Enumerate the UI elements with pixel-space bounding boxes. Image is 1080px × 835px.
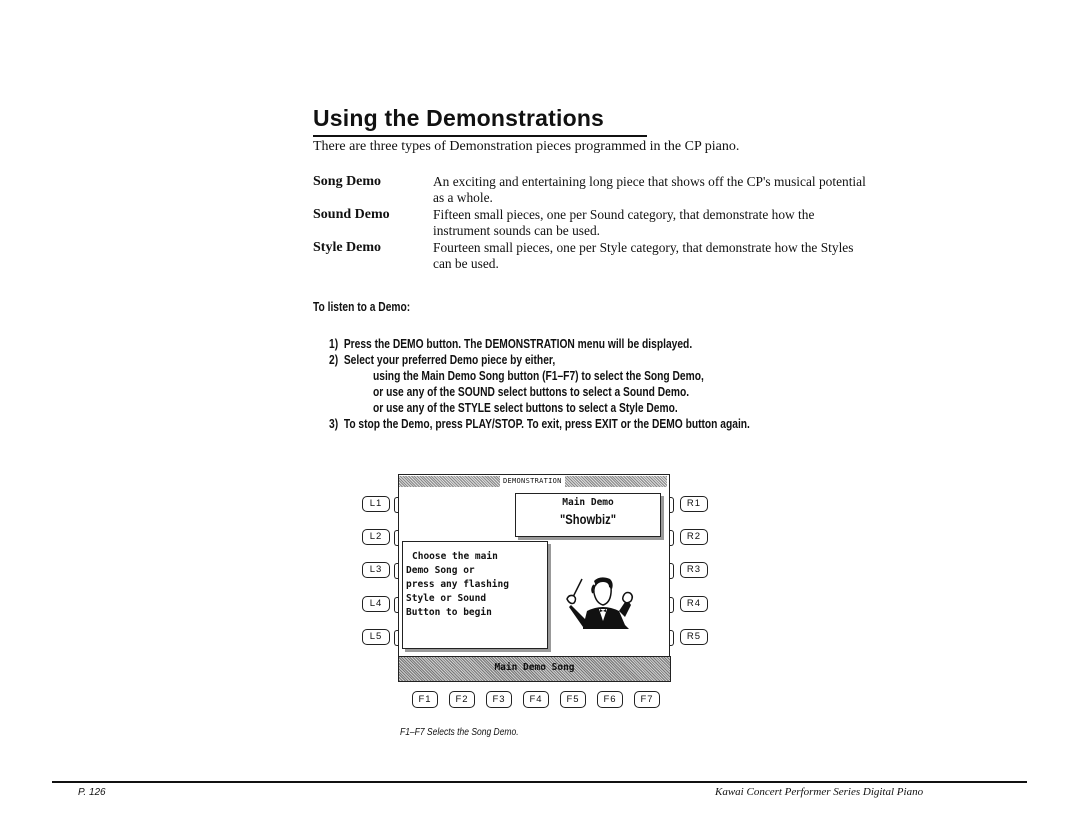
f2-button[interactable]: F2 bbox=[449, 691, 475, 708]
procedure-heading: To listen to a Demo: bbox=[313, 300, 411, 314]
message-line: Choose the main bbox=[412, 551, 498, 562]
conductor-icon bbox=[566, 577, 634, 629]
desc-line: as a whole. bbox=[433, 190, 493, 205]
message-line: press any flashing bbox=[406, 579, 509, 590]
r1-button[interactable]: R1 bbox=[680, 496, 708, 512]
step-text: Press the DEMO button. The DEMONSTRATION… bbox=[343, 337, 693, 351]
term-song-demo: Song Demo bbox=[313, 174, 382, 189]
page-title: Using the Demonstrations bbox=[313, 105, 605, 131]
desc-style-demo: Fourteen small pieces, one per Style cat… bbox=[433, 240, 979, 272]
intro-text: There are three types of Demonstration p… bbox=[313, 139, 740, 154]
f4-button[interactable]: F4 bbox=[523, 691, 549, 708]
l1-button[interactable]: L1 bbox=[362, 496, 390, 512]
desc-line: instrument sounds can be used. bbox=[433, 223, 600, 238]
step-text: To stop the Demo, press PLAY/STOP. To ex… bbox=[343, 417, 750, 431]
r3-button[interactable]: R3 bbox=[680, 562, 708, 578]
r2-bracket bbox=[669, 530, 674, 546]
main-demo-panel: Main Demo "Showbiz" bbox=[515, 493, 661, 537]
f6-button[interactable]: F6 bbox=[597, 691, 623, 708]
r5-bracket bbox=[669, 630, 674, 646]
message-line: Demo Song or bbox=[406, 565, 475, 576]
l4-button[interactable]: L4 bbox=[362, 596, 390, 612]
l2-button[interactable]: L2 bbox=[362, 529, 390, 545]
step-2-option-sound: or use any of the SOUND select buttons t… bbox=[373, 385, 690, 399]
instruction-message-box: Choose the main Demo Song or press any f… bbox=[402, 541, 548, 649]
l5-bracket bbox=[394, 630, 399, 646]
r4-button[interactable]: R4 bbox=[680, 596, 708, 612]
l5-button[interactable]: L5 bbox=[362, 629, 390, 645]
title-underline bbox=[313, 135, 647, 137]
main-demo-title: Main Demo bbox=[562, 497, 614, 508]
desc-line: Fourteen small pieces, one per Style cat… bbox=[433, 240, 854, 255]
l3-button[interactable]: L3 bbox=[362, 562, 390, 578]
f3-button[interactable]: F3 bbox=[486, 691, 512, 708]
r3-bracket bbox=[669, 563, 674, 579]
step-number: 1) bbox=[329, 337, 339, 351]
step-text: Select your preferred Demo piece by eith… bbox=[343, 353, 556, 367]
r2-button[interactable]: R2 bbox=[680, 529, 708, 545]
step-number: 2) bbox=[329, 353, 339, 367]
step-3: 3) To stop the Demo, press PLAY/STOP. To… bbox=[329, 416, 750, 433]
desc-line: can be used. bbox=[433, 256, 499, 271]
l2-bracket bbox=[394, 530, 399, 546]
display-footer-bar: Main Demo Song bbox=[398, 656, 671, 682]
desc-line: An exciting and entertaining long piece … bbox=[433, 174, 866, 189]
step-2-option-song: using the Main Demo Song button (F1–F7) … bbox=[373, 369, 704, 383]
footer-rule bbox=[52, 781, 1027, 783]
desc-sound-demo: Fifteen small pieces, one per Sound cate… bbox=[433, 207, 979, 239]
step-2: 2) Select your preferred Demo piece by e… bbox=[329, 352, 555, 369]
l3-bracket bbox=[394, 563, 399, 579]
step-1: 1) Press the DEMO button. The DEMONSTRAT… bbox=[329, 336, 692, 353]
f5-button[interactable]: F5 bbox=[560, 691, 586, 708]
step-number: 3) bbox=[329, 417, 339, 431]
message-line: Style or Sound bbox=[406, 593, 487, 604]
desc-song-demo: An exciting and entertaining long piece … bbox=[433, 174, 979, 206]
term-style-demo: Style Demo bbox=[313, 240, 382, 255]
step-2-option-style: or use any of the STYLE select buttons t… bbox=[373, 401, 678, 415]
desc-line: Fifteen small pieces, one per Sound cate… bbox=[433, 207, 815, 222]
term-sound-demo: Sound Demo bbox=[313, 207, 390, 222]
f7-button[interactable]: F7 bbox=[634, 691, 660, 708]
figure-caption: F1–F7 Selects the Song Demo. bbox=[400, 727, 519, 738]
manual-title: Kawai Concert Performer Series Digital P… bbox=[715, 786, 924, 798]
page-number: P. 126 bbox=[78, 787, 106, 798]
l1-bracket bbox=[394, 497, 399, 513]
display-footer-label: Main Demo Song bbox=[494, 662, 575, 673]
r5-button[interactable]: R5 bbox=[680, 629, 708, 645]
r4-bracket bbox=[669, 597, 674, 613]
message-line: Button to begin bbox=[406, 607, 492, 618]
f1-button[interactable]: F1 bbox=[412, 691, 438, 708]
l4-bracket bbox=[394, 597, 399, 613]
main-demo-song-name: "Showbiz" bbox=[559, 511, 617, 527]
display-header-label: DEMONSTRATION bbox=[500, 475, 565, 487]
r1-bracket bbox=[669, 497, 674, 513]
